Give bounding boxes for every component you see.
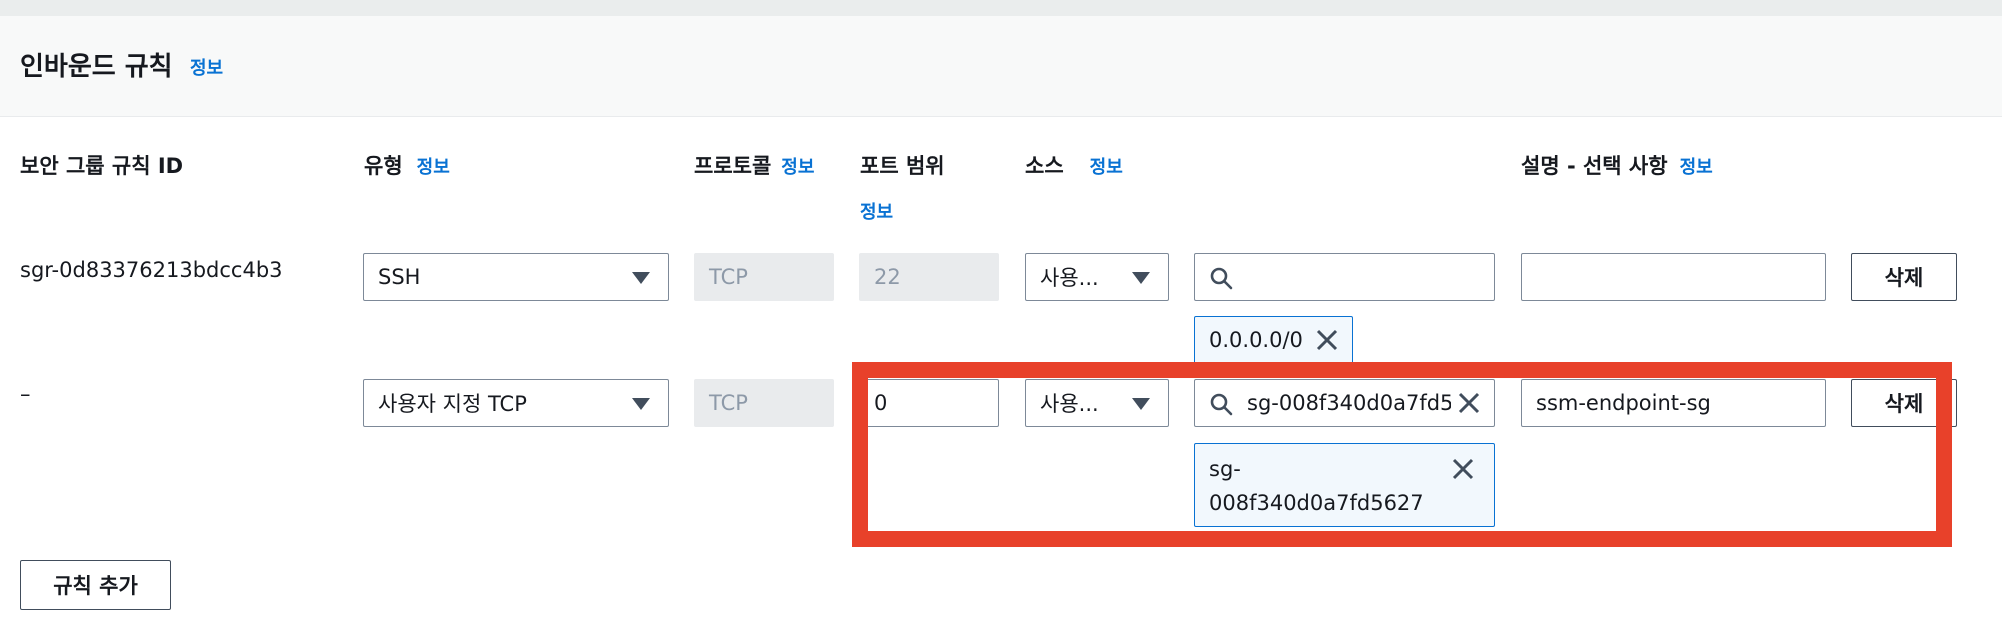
col-protocol-info-link[interactable]: 정보: [781, 157, 814, 178]
row2-type-select[interactable]: 사용자 지정 TCP: [363, 379, 669, 427]
search-icon: [1210, 393, 1233, 416]
row1-source-token-label: 0.0.0.0/0: [1209, 328, 1303, 352]
row1-description-input[interactable]: [1521, 253, 1826, 301]
row1-source-search-input[interactable]: [1194, 253, 1495, 301]
search-icon: [1210, 267, 1233, 290]
col-type-label: 유형: [364, 154, 403, 178]
row2-source-mode-value: 사용...: [1040, 392, 1099, 416]
row1-type-select[interactable]: SSH: [363, 253, 669, 301]
close-icon[interactable]: [1450, 456, 1476, 482]
col-description-info-link[interactable]: 정보: [1680, 157, 1713, 178]
row2-delete-button[interactable]: 삭제: [1851, 379, 1957, 427]
col-port-info-link[interactable]: 정보: [860, 198, 893, 224]
clear-input-icon[interactable]: [1456, 390, 1482, 416]
row2-port-value: 0: [874, 391, 888, 415]
row2-type-value: 사용자 지정 TCP: [378, 392, 527, 416]
row2-source-token-line2: 008f340d0a7fd5627: [1209, 491, 1424, 515]
section-header: [0, 16, 2002, 117]
row2-source-search-value: sg-008f340d0a7fd5627: [1247, 391, 1451, 415]
row1-source-token: 0.0.0.0/0: [1194, 316, 1353, 364]
caret-down-icon: [1132, 272, 1150, 284]
row2-rule-id: –: [20, 382, 31, 406]
col-port-range: 포트 범위: [860, 154, 945, 178]
caret-down-icon: [632, 272, 650, 284]
caret-down-icon: [632, 398, 650, 410]
col-protocol-label: 프로토콜: [694, 154, 772, 178]
row2-protocol: TCP: [694, 379, 834, 427]
col-source-info-link[interactable]: 정보: [1090, 157, 1123, 178]
row1-protocol: TCP: [694, 253, 834, 301]
col-type-info-link[interactable]: 정보: [417, 157, 450, 178]
row2-source-search-input[interactable]: sg-008f340d0a7fd5627: [1194, 379, 1495, 427]
add-rule-button[interactable]: 규칙 추가: [20, 560, 171, 610]
col-source-label: 소스: [1025, 154, 1064, 178]
caret-down-icon: [1132, 398, 1150, 410]
row2-description-input[interactable]: ssm-endpoint-sg: [1521, 379, 1826, 427]
col-protocol: 프로토콜 정보: [694, 150, 814, 180]
row2-source-mode-select[interactable]: 사용...: [1025, 379, 1169, 427]
row2-port-input[interactable]: 0: [859, 379, 999, 427]
row2-source-token: sg- 008f340d0a7fd5627: [1194, 443, 1495, 527]
row1-type-value: SSH: [378, 265, 421, 289]
row2-source-token-line1: sg-: [1209, 457, 1241, 481]
col-type: 유형 정보: [364, 150, 450, 180]
section-title: 인바운드 규칙: [20, 52, 173, 82]
close-icon[interactable]: [1314, 327, 1340, 353]
row1-source-mode-value: 사용...: [1040, 266, 1099, 290]
col-description: 설명 - 선택 사항 정보: [1521, 150, 1713, 180]
row1-source-mode-select[interactable]: 사용...: [1025, 253, 1169, 301]
col-rule-id: 보안 그룹 규칙 ID: [20, 154, 184, 178]
row1-delete-button[interactable]: 삭제: [1851, 253, 1957, 301]
row1-rule-id: sgr-0d83376213bdcc4b3: [20, 258, 283, 282]
top-band: [0, 0, 2002, 16]
row2-description-value: ssm-endpoint-sg: [1536, 391, 1711, 415]
col-description-label: 설명 - 선택 사항: [1521, 154, 1668, 178]
row1-port: 22: [859, 253, 999, 301]
col-source: 소스 정보: [1025, 150, 1123, 180]
section-info-link[interactable]: 정보: [190, 54, 223, 80]
